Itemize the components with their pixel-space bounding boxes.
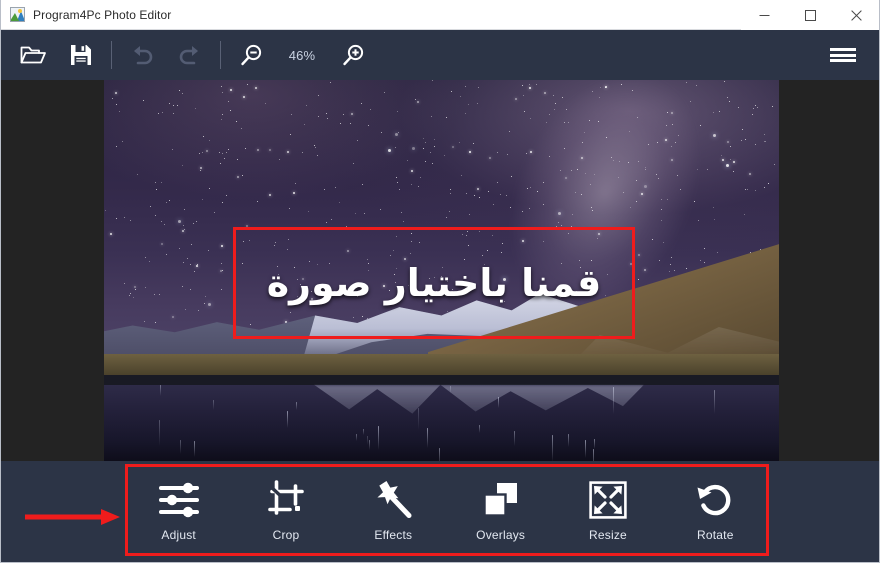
- open-file-button[interactable]: [9, 30, 57, 80]
- zoom-out-button[interactable]: [227, 30, 275, 80]
- menu-button[interactable]: [821, 30, 865, 80]
- tools-bar: Adjust Crop Effects Overlays Resize Rota…: [1, 461, 879, 562]
- image-canvas[interactable]: ايجي ماستر قمنا باختيار صورة: [1, 80, 879, 461]
- undo-icon: [134, 46, 153, 65]
- title-bar-left: Program4Pc Photo Editor: [1, 7, 171, 22]
- save-file-button[interactable]: [57, 30, 105, 80]
- annotation-tools-rectangle: [125, 464, 769, 556]
- minimize-icon: [759, 14, 769, 16]
- hamburger-menu-icon: [830, 46, 856, 65]
- toolbar-separator-1: [111, 41, 112, 69]
- close-icon: [850, 9, 862, 21]
- window-title: Program4Pc Photo Editor: [33, 7, 172, 22]
- window-controls: [741, 0, 879, 30]
- zoom-out-icon: [240, 44, 261, 65]
- zoom-level-label: 46%: [288, 47, 316, 63]
- red-arrow-right-icon: [25, 509, 120, 525]
- redo-button[interactable]: [166, 30, 214, 80]
- maximize-button[interactable]: [787, 0, 833, 30]
- main-toolbar: 46%: [1, 30, 879, 80]
- annotation-arrow: [23, 508, 121, 526]
- annotation-text-rectangle: [233, 227, 635, 339]
- title-bar: Program4Pc Photo Editor: [1, 0, 879, 30]
- app-window: Program4Pc Photo Editor 46% قمنا باختيار…: [0, 0, 880, 563]
- zoom-in-button[interactable]: [329, 30, 377, 80]
- undo-button[interactable]: [118, 30, 166, 80]
- folder-open-icon: [20, 46, 46, 64]
- toolbar-separator-2: [220, 41, 221, 69]
- save-floppy-icon: [71, 45, 91, 65]
- maximize-icon: [804, 9, 816, 21]
- minimize-button[interactable]: [741, 0, 787, 30]
- redo-icon: [179, 46, 198, 65]
- close-button[interactable]: [833, 0, 879, 30]
- photo-app-icon: [10, 7, 25, 22]
- zoom-in-icon: [342, 44, 363, 65]
